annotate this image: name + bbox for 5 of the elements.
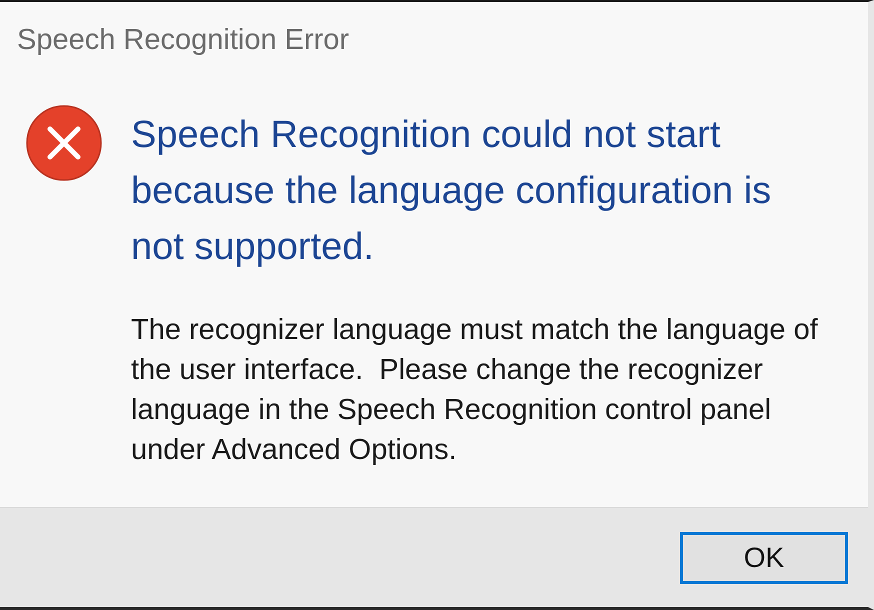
ok-button[interactable]: OK	[680, 532, 848, 584]
message-text: The recognizer language must match the language of the user interface. Please change the recognizer language in the Speech Recognition control panel under Advanced Options.	[131, 313, 819, 468]
error-icon	[26, 105, 102, 181]
window-title: Speech Recognition Error	[17, 23, 350, 57]
main-instruction: Speech Recognition could not start because the language configuration is not supported.	[131, 113, 772, 270]
